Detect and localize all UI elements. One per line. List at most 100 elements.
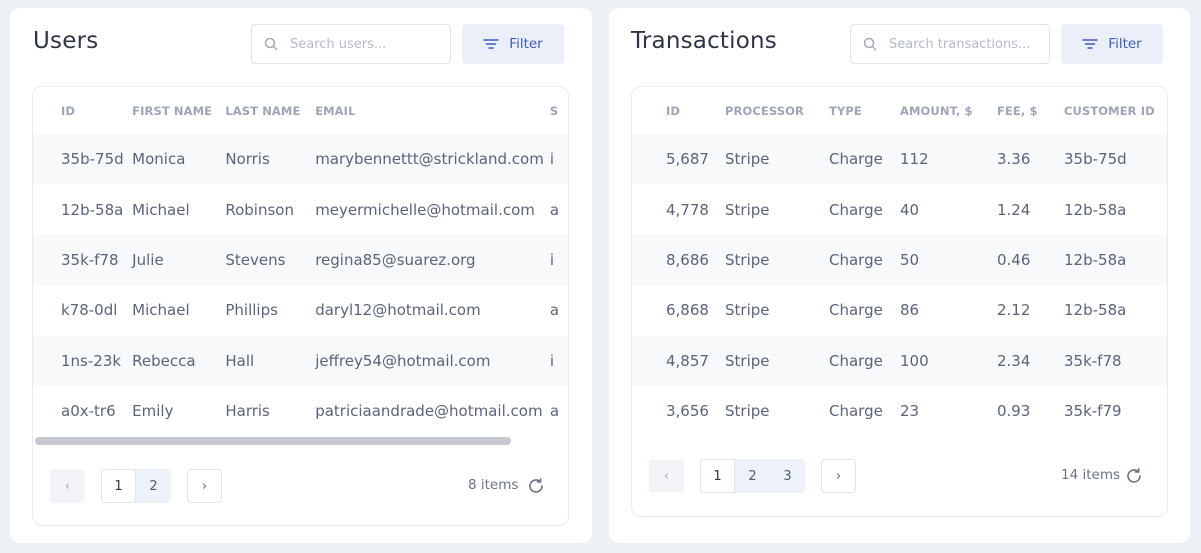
table-cell: 35k-f78 — [61, 234, 133, 286]
table-cell: a — [549, 301, 560, 320]
users-pagination: ‹ 12 › — [50, 469, 222, 503]
table-cell: 86 — [900, 301, 920, 320]
table-cell: 4,778 — [666, 200, 709, 219]
page-button-2[interactable]: 2 — [136, 469, 171, 503]
page-button-2[interactable]: 2 — [735, 459, 770, 493]
prev-page-button[interactable]: ‹ — [649, 459, 684, 493]
filter-icon — [483, 38, 500, 50]
table-cell: i — [549, 134, 568, 185]
table-cell: Stripe — [725, 301, 770, 320]
users-panel: Users Filter ID FIRST NAME LAST NAME EMA… — [10, 8, 592, 543]
table-cell: Stevens — [225, 234, 316, 286]
table-cell: 4,857 — [666, 335, 725, 386]
refresh-icon[interactable] — [527, 477, 545, 495]
page-button-1[interactable]: 1 — [101, 469, 136, 503]
table-cell: 1.24 — [997, 200, 1031, 219]
table-cell: patriciaandrade@hotmail.com — [315, 402, 543, 421]
table-cell: 0.93 — [997, 402, 1031, 421]
table-row[interactable]: 8,686 Stripe Charge 50 0.46 12b-58a — [632, 234, 1167, 286]
table-cell: 5,687 — [666, 134, 725, 185]
users-table: ID FIRST NAME LAST NAME EMAIL S 35b-75d M… — [33, 87, 568, 436]
table-cell: 3,656 — [666, 402, 709, 421]
table-cell: 0.46 — [997, 234, 1064, 286]
col-header-first-name[interactable]: FIRST NAME — [132, 87, 225, 134]
table-row[interactable]: 6,868 Stripe Charge 86 2.12 12b-58a — [632, 285, 1167, 335]
col-header-status[interactable]: S — [550, 87, 568, 134]
table-cell: 35k-f79 — [1064, 402, 1122, 421]
users-filter-button[interactable]: Filter — [462, 24, 564, 64]
table-cell: Stripe — [725, 134, 829, 185]
col-header-fee[interactable]: FEE, $ — [997, 87, 1064, 134]
next-page-button[interactable]: › — [187, 469, 222, 503]
table-cell: 1ns-23k — [61, 335, 133, 386]
table-cell: jeffrey54@hotmail.com — [315, 335, 550, 386]
horizontal-scrollbar[interactable] — [35, 437, 511, 445]
table-cell: a — [549, 402, 560, 421]
table-cell: Stripe — [725, 234, 829, 286]
table-cell: Charge — [829, 335, 900, 386]
table-cell: Monica — [132, 134, 226, 185]
table-cell: Phillips — [225, 301, 278, 320]
table-row[interactable]: 4,857 Stripe Charge 100 2.34 35k-f78 — [632, 335, 1167, 386]
table-cell: i — [549, 335, 568, 386]
table-row[interactable]: 1ns-23k Rebecca Hall jeffrey54@hotmail.com i — [33, 335, 568, 386]
transactions-table-card: ID PROCESSOR TYPE AMOUNT, $ FEE, $ CUSTO… — [631, 86, 1168, 517]
table-row[interactable]: 12b-58a Michael Robinson meyermichelle@hotm… — [33, 184, 568, 234]
users-title: Users — [33, 28, 99, 54]
col-header-email[interactable]: EMAIL — [315, 87, 550, 134]
table-cell: daryl12@hotmail.com — [315, 301, 481, 320]
table-cell: Charge — [829, 402, 883, 421]
table-row[interactable]: 5,687 Stripe Charge 112 3.36 35b-75d — [632, 134, 1167, 185]
transactions-search-input[interactable] — [889, 36, 1039, 52]
table-row[interactable]: k78-0dl Michael Phillips daryl12@hotmail.co… — [33, 285, 568, 335]
filter-icon — [1082, 38, 1099, 50]
page-button-3[interactable]: 3 — [770, 459, 805, 493]
users-table-card: ID FIRST NAME LAST NAME EMAIL S 35b-75d M… — [32, 86, 569, 526]
transactions-title: Transactions — [631, 28, 777, 54]
table-cell: 12b-58a — [1064, 200, 1127, 219]
table-cell: 12b-58a — [61, 200, 124, 219]
col-header-processor[interactable]: PROCESSOR — [725, 87, 829, 134]
next-page-button[interactable]: › — [821, 459, 856, 493]
transactions-filter-button[interactable]: Filter — [1061, 24, 1163, 64]
table-cell: 3.36 — [997, 134, 1064, 185]
col-header-type[interactable]: TYPE — [829, 87, 900, 134]
users-search-box[interactable] — [251, 24, 451, 64]
table-row[interactable]: 35k-f78 Julie Stevens regina85@suarez.org i — [33, 234, 568, 286]
table-row[interactable]: a0x-tr6 Emily Harris patriciaandrade@hotmai… — [33, 386, 568, 436]
transactions-panel: Transactions Filter ID PROCESSOR TYPE AM… — [609, 8, 1190, 543]
table-cell: Hall — [225, 335, 316, 386]
transactions-search-box[interactable] — [850, 24, 1050, 64]
table-cell: Robinson — [225, 200, 294, 219]
prev-page-button[interactable]: ‹ — [50, 469, 85, 503]
table-cell: 2.12 — [997, 301, 1031, 320]
table-row[interactable]: 3,656 Stripe Charge 23 0.93 35k-f79 — [632, 386, 1167, 436]
col-header-last-name[interactable]: LAST NAME — [225, 87, 315, 134]
page-button-1[interactable]: 1 — [700, 459, 735, 493]
col-header-amount[interactable]: AMOUNT, $ — [900, 87, 997, 134]
table-cell: marybennettt@strickland.com — [315, 134, 550, 185]
table-cell: 12b-58a — [1064, 301, 1127, 320]
search-icon — [264, 37, 278, 51]
transactions-items-count: 14 items — [1061, 467, 1121, 483]
table-cell: 12b-58a — [1064, 234, 1167, 286]
search-icon — [863, 37, 877, 51]
table-cell: Charge — [829, 301, 883, 320]
table-cell: 23 — [900, 402, 920, 421]
refresh-icon[interactable] — [1125, 467, 1143, 485]
table-row[interactable]: 35b-75d Monica Norris marybennettt@strickla… — [33, 134, 568, 185]
users-search-input[interactable] — [290, 36, 440, 52]
table-cell: regina85@suarez.org — [315, 234, 550, 286]
table-cell: Charge — [829, 234, 900, 286]
table-cell: 35b-75d — [1064, 134, 1167, 185]
table-row[interactable]: 4,778 Stripe Charge 40 1.24 12b-58a — [632, 184, 1167, 234]
table-cell: 100 — [900, 335, 997, 386]
col-header-id[interactable]: ID — [666, 87, 725, 134]
table-cell: Michael — [132, 301, 190, 320]
col-header-id[interactable]: ID — [61, 87, 132, 134]
table-cell: 40 — [900, 200, 920, 219]
table-cell: Emily — [132, 402, 174, 421]
table-cell: Charge — [829, 134, 900, 185]
col-header-customer-id[interactable]: CUSTOMER ID — [1064, 87, 1167, 134]
table-cell: 8,686 — [666, 234, 725, 286]
